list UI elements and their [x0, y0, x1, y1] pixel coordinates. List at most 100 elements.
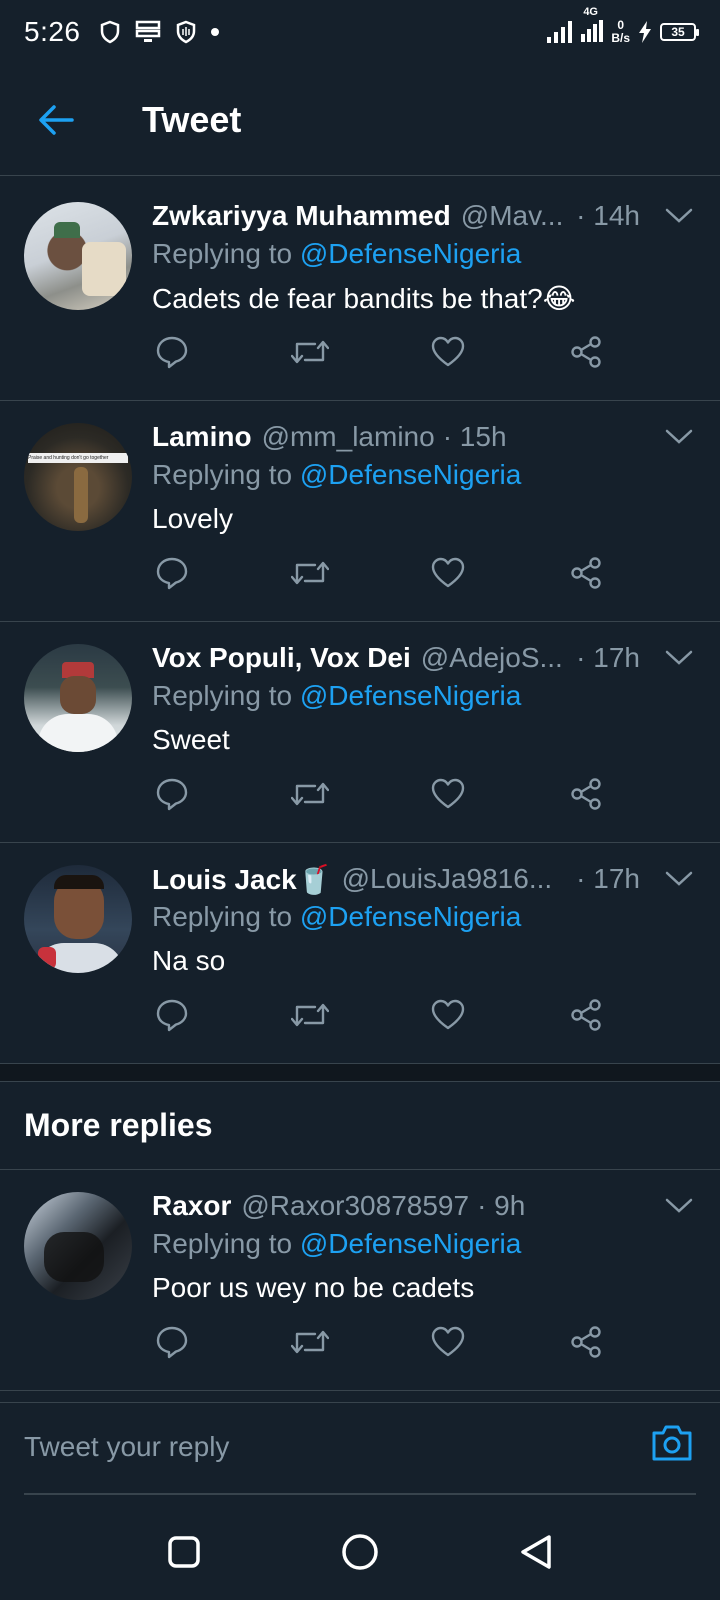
- mention-link[interactable]: @DefenseNigeria: [300, 680, 521, 711]
- reply-input[interactable]: [24, 1417, 604, 1477]
- share-icon: [571, 778, 601, 810]
- replying-to-label: Replying to: [152, 459, 300, 490]
- reply-button[interactable]: [152, 1322, 192, 1362]
- share-icon: [571, 999, 601, 1031]
- back-nav-button[interactable]: [514, 1530, 558, 1574]
- tweet-text: Lovely: [152, 503, 233, 534]
- reply-button[interactable]: [152, 553, 192, 593]
- signal-icon: [547, 21, 573, 43]
- avatar[interactable]: [24, 1192, 132, 1300]
- heart-icon: [431, 778, 465, 809]
- retweet-button[interactable]: [290, 774, 330, 814]
- tweet-author-name[interactable]: Lamino: [152, 421, 252, 453]
- tweet-author-handle[interactable]: @LouisJa9816...: [342, 863, 553, 895]
- tweet-author-handle[interactable]: @Mav...: [461, 200, 564, 232]
- reply-feed: Zwkariyya Muhammed @Mav... · 14h Replyin…: [0, 180, 720, 1391]
- tweet-timestamp: · 9h: [477, 1190, 526, 1221]
- mention-link[interactable]: @DefenseNigeria: [300, 238, 521, 269]
- tweet-header: Lamino @mm_lamino · 15h: [152, 417, 640, 457]
- monitor-icon: [135, 20, 160, 42]
- circle-icon: [342, 1534, 378, 1570]
- tweet-author-name[interactable]: Raxor: [152, 1190, 231, 1222]
- tweet-actions: [152, 774, 622, 814]
- status-icons-left: [99, 20, 219, 44]
- tweet-header: Vox Populi, Vox Dei @AdejoS... · 17h: [152, 638, 640, 678]
- like-button[interactable]: [428, 995, 468, 1035]
- camera-icon: [652, 1425, 692, 1461]
- tweet-item[interactable]: Raxor @Raxor30878597 · 9h Replying to @D…: [0, 1170, 720, 1391]
- avatar[interactable]: [24, 644, 132, 752]
- tweet-item[interactable]: Louis Jack🥤 @LouisJa9816... · 17h Replyi…: [0, 843, 720, 1064]
- like-button[interactable]: [428, 553, 468, 593]
- tweet-timestamp: · 17h: [576, 642, 640, 673]
- signal-4g: 4G: [581, 6, 604, 45]
- chevron-down-icon[interactable]: [664, 427, 694, 447]
- tweet-author-handle[interactable]: @AdejoS...: [421, 642, 563, 674]
- share-button[interactable]: [566, 995, 606, 1035]
- chevron-down-icon[interactable]: [664, 206, 694, 226]
- share-button[interactable]: [566, 553, 606, 593]
- avatar-caption: Praise and hunting don't go together: [28, 453, 128, 463]
- comment-icon: [156, 557, 188, 590]
- chevron-down-icon[interactable]: [664, 1196, 694, 1216]
- replying-to-label: Replying to: [152, 238, 300, 269]
- shield-icon: [100, 20, 119, 44]
- tweet-timestamp: · 14h: [576, 200, 640, 231]
- tweet-author-handle[interactable]: @Raxor30878597: [241, 1190, 469, 1222]
- tweet-item[interactable]: Praise and hunting don't go together Lam…: [0, 401, 720, 622]
- share-icon: [571, 1326, 601, 1358]
- reply-button[interactable]: [152, 332, 192, 372]
- comment-icon: [156, 778, 188, 811]
- avatar[interactable]: [24, 865, 132, 973]
- home-button[interactable]: [338, 1530, 382, 1574]
- replying-to: Replying to @DefenseNigeria: [152, 459, 521, 491]
- tweet-author-name[interactable]: Zwkariyya Muhammed: [152, 200, 451, 232]
- replying-to-label: Replying to: [152, 1228, 300, 1259]
- reply-input-underline: [24, 1493, 696, 1495]
- battery-level: 35: [671, 25, 685, 39]
- page-title: Tweet: [142, 98, 242, 140]
- replying-to: Replying to @DefenseNigeria: [152, 901, 521, 933]
- triangle-back-icon: [521, 1535, 551, 1569]
- reply-button[interactable]: [152, 995, 192, 1035]
- mention-link[interactable]: @DefenseNigeria: [300, 459, 521, 490]
- like-button[interactable]: [428, 1322, 468, 1362]
- tweet-author-name[interactable]: Vox Populi, Vox Dei: [152, 642, 411, 674]
- like-button[interactable]: [428, 774, 468, 814]
- share-button[interactable]: [566, 1322, 606, 1362]
- avatar[interactable]: [24, 202, 132, 310]
- share-button[interactable]: [566, 774, 606, 814]
- section-divider: [0, 1064, 720, 1082]
- replying-to-label: Replying to: [152, 901, 300, 932]
- chevron-down-icon[interactable]: [664, 648, 694, 668]
- retweet-icon: [291, 561, 329, 585]
- retweet-icon: [291, 1330, 329, 1354]
- avatar[interactable]: Praise and hunting don't go together: [24, 423, 132, 531]
- tweet-item[interactable]: Vox Populi, Vox Dei @AdejoS... · 17h Rep…: [0, 622, 720, 843]
- mention-link[interactable]: @DefenseNigeria: [300, 1228, 521, 1259]
- retweet-button[interactable]: [290, 332, 330, 372]
- tweet-actions: [152, 553, 622, 593]
- tweet-timestamp: · 17h: [576, 863, 640, 894]
- tweet-author-name[interactable]: Louis Jack🥤: [152, 863, 332, 896]
- tweet-author-handle[interactable]: @mm_lamino: [262, 421, 435, 453]
- like-button[interactable]: [428, 332, 468, 372]
- comment-icon: [156, 336, 188, 369]
- tweet-item[interactable]: Zwkariyya Muhammed @Mav... · 14h Replyin…: [0, 180, 720, 401]
- tweet-header: Raxor @Raxor30878597 · 9h: [152, 1186, 640, 1226]
- retweet-button[interactable]: [290, 1322, 330, 1362]
- retweet-button[interactable]: [290, 553, 330, 593]
- reply-button[interactable]: [152, 774, 192, 814]
- recents-button[interactable]: [162, 1530, 206, 1574]
- retweet-button[interactable]: [290, 995, 330, 1035]
- tweet-actions: [152, 995, 622, 1035]
- chevron-down-icon[interactable]: [664, 869, 694, 889]
- reply-composer: [0, 1402, 720, 1502]
- tweet-timestamp: · 15h: [442, 421, 507, 452]
- share-button[interactable]: [566, 332, 606, 372]
- comment-icon: [156, 1326, 188, 1359]
- back-button[interactable]: [26, 90, 86, 150]
- camera-button[interactable]: [650, 1423, 694, 1467]
- retweet-icon: [291, 1003, 329, 1027]
- mention-link[interactable]: @DefenseNigeria: [300, 901, 521, 932]
